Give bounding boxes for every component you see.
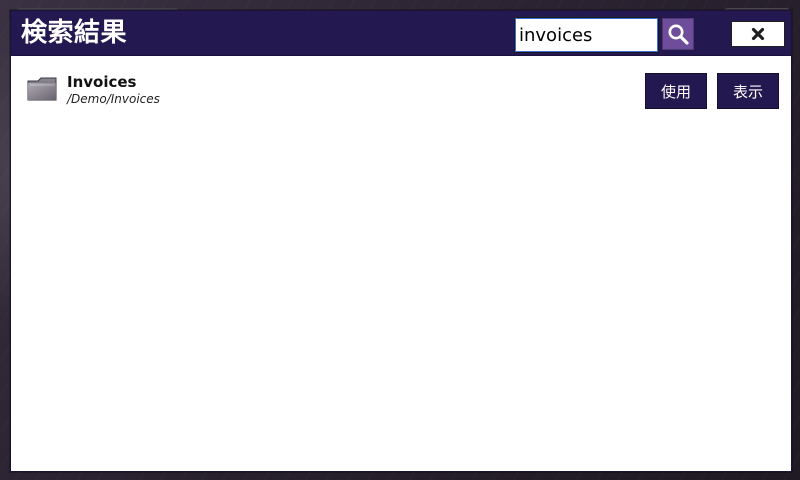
result-row: Invoices /Demo/Invoices 使用 表示 xyxy=(11,56,791,116)
close-button[interactable] xyxy=(731,21,785,47)
view-button[interactable]: 表示 xyxy=(717,73,779,109)
search-icon xyxy=(666,22,690,46)
dialog-title: 検索結果 xyxy=(21,17,128,48)
search-field xyxy=(514,17,659,53)
result-title: Invoices xyxy=(67,73,137,91)
search-input[interactable] xyxy=(515,18,658,52)
use-button[interactable]: 使用 xyxy=(645,73,707,109)
search-results-dialog: 検索結果 invoices Invoices /Demo/Invoices 使用… xyxy=(10,10,792,472)
close-icon xyxy=(749,25,767,43)
search-button[interactable] xyxy=(662,18,694,50)
result-path: /Demo/Invoices xyxy=(67,92,160,106)
folder-icon xyxy=(26,73,58,103)
results-content: Invoices /Demo/Invoices 使用 表示 xyxy=(11,56,791,471)
dialog-header: 検索結果 xyxy=(11,11,791,56)
